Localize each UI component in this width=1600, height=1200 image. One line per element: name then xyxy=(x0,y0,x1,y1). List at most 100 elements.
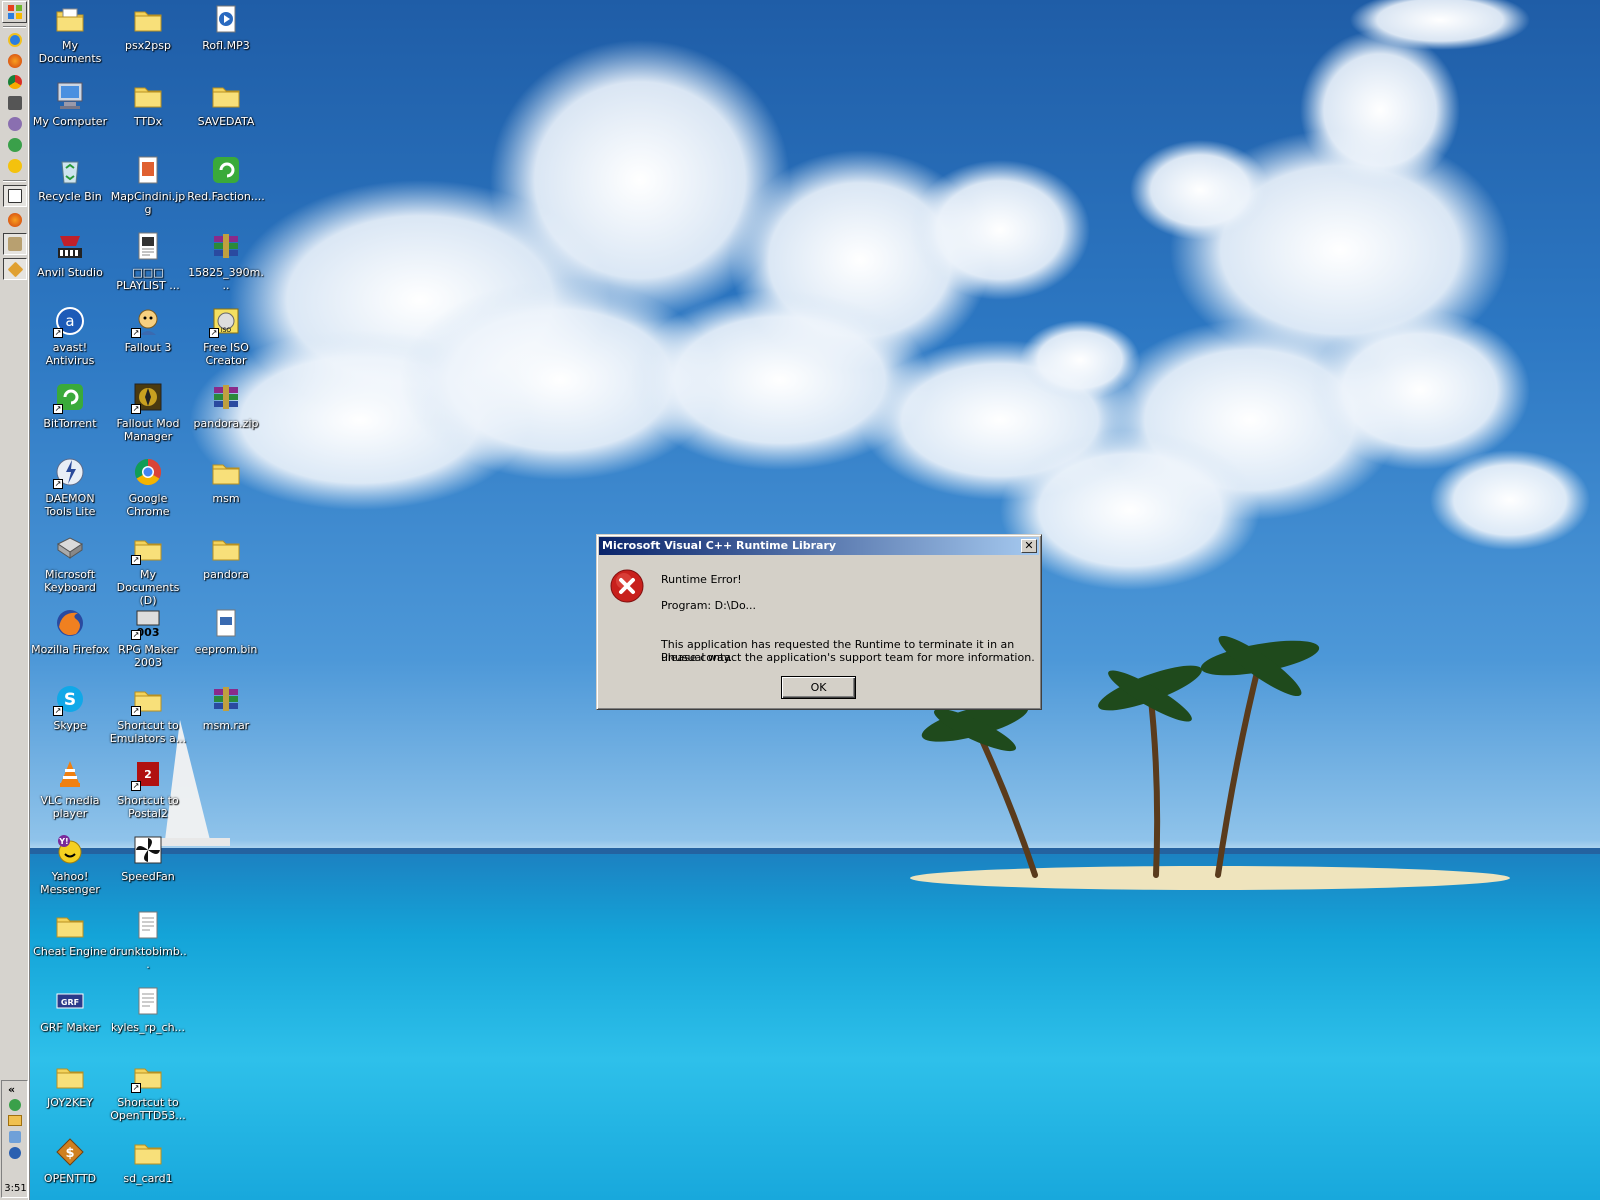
desktop-icon[interactable]: Mozilla Firefox xyxy=(31,606,109,656)
task-button-calendar[interactable] xyxy=(3,185,27,207)
error-icon xyxy=(610,569,644,603)
desktop-icon-label: Fallout Mod Manager xyxy=(116,417,180,443)
desktop-icon-label: My Documents (D) xyxy=(116,568,180,607)
desktop-icon-label: TTDx xyxy=(133,115,163,128)
shortcut-arrow-icon: ↗ xyxy=(131,630,141,640)
quick-launch-app[interactable] xyxy=(3,93,26,113)
shortcut-arrow-icon: ↗ xyxy=(131,706,141,716)
desktop-icon[interactable]: TTDx xyxy=(109,78,187,128)
desktop-icon[interactable]: ↗ Fallout 3 xyxy=(109,304,187,354)
desktop-icon[interactable]: 2 ↗ Shortcut to Postal2 xyxy=(109,757,187,820)
task-button-firefox[interactable] xyxy=(3,210,26,230)
tray-expand-icon[interactable]: « xyxy=(8,1083,15,1096)
tray-mail-icon[interactable] xyxy=(8,1115,22,1126)
desktop-icon[interactable]: ↗ BitTorrent xyxy=(31,380,109,430)
tray-status-icon[interactable] xyxy=(9,1099,21,1111)
shortcut-arrow-icon: ↗ xyxy=(209,328,219,338)
desktop-icon[interactable]: pandora.zip xyxy=(187,380,265,430)
desktop-icon[interactable]: ↗ DAEMON Tools Lite xyxy=(31,455,109,518)
desktop-icon[interactable]: $ OPENTTD xyxy=(31,1135,109,1185)
desktop-icon[interactable]: Recycle Bin xyxy=(31,153,109,203)
winrar-archive-icon xyxy=(209,682,243,716)
desktop-icon-label: Skype xyxy=(53,719,87,732)
desktop-icon[interactable]: sd_card1 xyxy=(109,1135,187,1185)
text-file-icon xyxy=(131,908,165,942)
calendar-icon xyxy=(8,189,22,203)
desktop-icon[interactable]: msm xyxy=(187,455,265,505)
desktop-icon-label: My Computer xyxy=(32,115,108,128)
desktop-icon-label: Microsoft Keyboard xyxy=(44,568,96,594)
error-message-line2: Please contact the application's support… xyxy=(661,651,1035,664)
quick-launch-chrome[interactable] xyxy=(3,72,26,92)
desktop-icon[interactable]: My Computer xyxy=(31,78,109,128)
yahoo-messenger-icon: Y! xyxy=(53,833,87,867)
desktop-icon[interactable]: ↗ Shortcut to OpenTTD53... xyxy=(109,1059,187,1122)
desktop-icon-label: OPENTTD xyxy=(43,1172,97,1185)
desktop-icon[interactable]: Cheat Engine xyxy=(31,908,109,958)
vlc-icon xyxy=(53,757,87,791)
quick-launch-firefox[interactable] xyxy=(3,51,26,71)
desktop-icon[interactable]: Anvil Studio xyxy=(31,229,109,279)
desktop-icon[interactable]: □□□ PLAYLIST ... xyxy=(109,229,187,292)
image-file-icon xyxy=(131,153,165,187)
quick-launch-yahoo[interactable] xyxy=(3,156,26,176)
dialog-titlebar[interactable]: Microsoft Visual C++ Runtime Library ✕ xyxy=(599,537,1039,555)
svg-text:Y!: Y! xyxy=(58,837,68,846)
desktop-icon-label: pandora xyxy=(203,568,249,581)
desktop-icon[interactable]: Rofl.MP3 xyxy=(187,2,265,52)
desktop-icon[interactable]: VLC media player xyxy=(31,757,109,820)
tray-network-icon[interactable] xyxy=(9,1131,21,1143)
desktop-icon[interactable]: SAVEDATA xyxy=(187,78,265,128)
binary-file-icon xyxy=(209,606,243,640)
desktop-icon-label: Red.Faction.... xyxy=(187,190,265,203)
shortcut-arrow-icon: ↗ xyxy=(131,555,141,565)
desktop-icon[interactable]: Google Chrome xyxy=(109,455,187,518)
desktop-icon[interactable]: eeprom.bin xyxy=(187,606,265,656)
desktop-icon-label: GRF Maker xyxy=(40,1021,100,1034)
desktop-icon[interactable]: JOY2KEY xyxy=(31,1059,109,1109)
folder-documents-icon xyxy=(53,2,87,36)
desktop-icon[interactable]: kyles_rp_ch... xyxy=(109,984,187,1034)
task-button-active[interactable] xyxy=(3,258,27,280)
folder-icon xyxy=(53,908,87,942)
desktop-icon[interactable]: 003 ↗ RPG Maker 2003 xyxy=(109,606,187,669)
desktop-icon[interactable]: Y! Yahoo! Messenger xyxy=(31,833,109,896)
close-button[interactable]: ✕ xyxy=(1021,539,1037,553)
tray-avast-icon[interactable] xyxy=(9,1147,21,1159)
quick-launch-pidgin[interactable] xyxy=(3,114,26,134)
desktop-icon[interactable]: drunktobimb... xyxy=(109,908,187,971)
bittorrent-file-icon xyxy=(209,153,243,187)
desktop-icon[interactable]: SpeedFan xyxy=(109,833,187,883)
folder-icon xyxy=(209,78,243,112)
svg-text:ISO: ISO xyxy=(221,327,232,334)
chrome-icon xyxy=(7,75,22,89)
task-button-app[interactable] xyxy=(3,233,27,255)
folder-icon xyxy=(131,1135,165,1169)
desktop-icon[interactable]: GRF GRF Maker xyxy=(31,984,109,1034)
desktop-icon[interactable]: ↗ Shortcut to Emulators a... xyxy=(109,682,187,745)
desktop-icon[interactable]: Red.Faction.... xyxy=(187,153,265,203)
desktop-icon-label: kyles_rp_ch... xyxy=(110,1021,186,1034)
desktop-icon-label: msm xyxy=(212,492,240,505)
desktop-icon[interactable]: ↗ Fallout Mod Manager xyxy=(109,380,187,443)
clock[interactable]: 3:51 xyxy=(2,1183,29,1194)
quick-launch-ie[interactable] xyxy=(3,30,26,50)
desktop-icon[interactable]: S ↗ Skype xyxy=(31,682,109,732)
desktop-icon[interactable]: ISO ↗ Free ISO Creator xyxy=(187,304,265,367)
desktop-icon[interactable]: MapCindini.jpg xyxy=(109,153,187,216)
desktop-icon[interactable]: Microsoft Keyboard xyxy=(31,531,109,594)
dialog-title: Microsoft Visual C++ Runtime Library xyxy=(602,539,837,552)
desktop-icon-label: Mozilla Firefox xyxy=(31,643,109,656)
ok-button[interactable]: OK xyxy=(781,676,856,699)
desktop-icon[interactable]: psx2psp xyxy=(109,2,187,52)
quick-launch-msn[interactable] xyxy=(3,135,26,155)
desktop-icon-label: My Documents xyxy=(38,39,102,65)
svg-text:$: $ xyxy=(65,1146,74,1161)
desktop-icon[interactable]: ↗ My Documents (D) xyxy=(109,531,187,607)
start-button[interactable] xyxy=(2,1,27,23)
desktop-icon[interactable]: msm.rar xyxy=(187,682,265,732)
desktop-icon[interactable]: My Documents xyxy=(31,2,109,65)
desktop-icon[interactable]: pandora xyxy=(187,531,265,581)
desktop-icon[interactable]: 15825_390m... xyxy=(187,229,265,292)
desktop-icon[interactable]: a ↗ avast! Antivirus xyxy=(31,304,109,367)
